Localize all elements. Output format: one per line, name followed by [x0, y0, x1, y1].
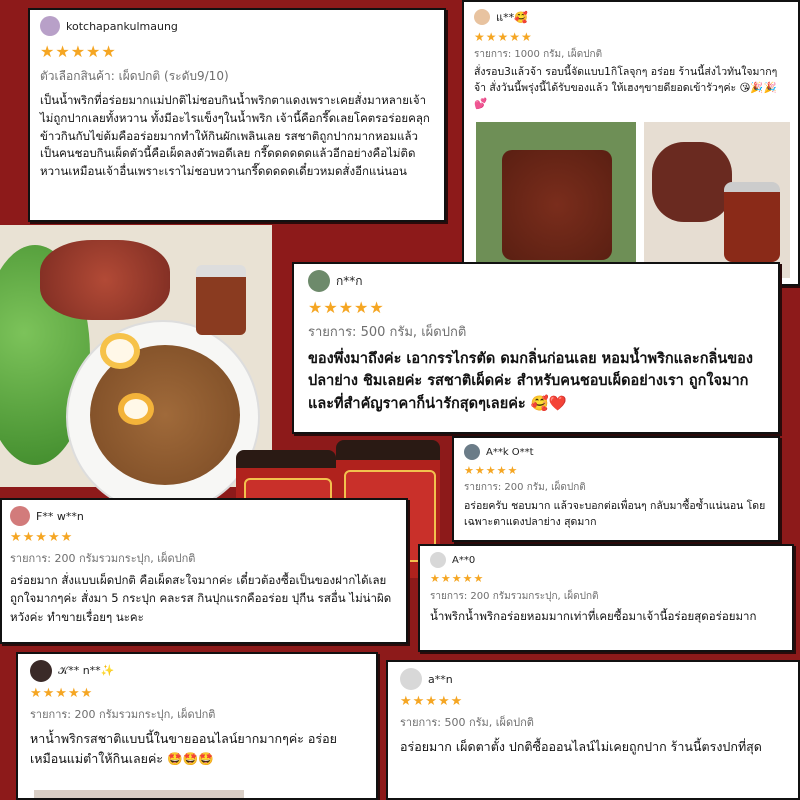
avatar	[10, 506, 30, 526]
avatar	[430, 552, 446, 568]
rating-stars: ★★★★★	[40, 42, 117, 61]
review-photo-strip	[34, 790, 244, 798]
reviewer-name: a**n	[428, 672, 453, 686]
avatar	[30, 660, 52, 682]
avatar	[464, 444, 480, 460]
product-option: รายการ: 200 กรัม, เผ็ดปกติ	[464, 482, 586, 493]
product-option: รายการ: 200 กรัมรวมกระปุก, เผ็ดปกติ	[430, 591, 599, 602]
review-card-1: kotchapankulmaung ★★★★★ ตัวเลือกสินค้า: …	[28, 8, 446, 222]
product-option: รายการ: 200 กรัมรวมกระปุก, เผ็ดปกติ	[30, 708, 216, 721]
reviewer-name: F** w**n	[36, 509, 84, 523]
reviewer: 𝒦** n**✨	[30, 660, 364, 682]
avatar	[40, 16, 60, 36]
review-photo-fish	[644, 122, 790, 278]
rating-stars: ★★★★★	[400, 694, 464, 709]
review-text: ของพึ่งมาถึงค่ะ เอากรรไกรตัด ดมกลิ่นก่อน…	[308, 351, 753, 412]
reviewer-name: kotchapankulmaung	[66, 19, 178, 33]
reviewer: ก**ก	[308, 270, 764, 292]
product-option: ตัวเลือกสินค้า: เผ็ดปกติ (ระดับ9/10)	[40, 69, 229, 83]
avatar	[474, 9, 490, 25]
reviewer-name: A**0	[452, 554, 476, 566]
review-card-6: A**0 ★★★★★ รายการ: 200 กรัมรวมกระปุก, เผ…	[418, 544, 794, 652]
egg-2	[118, 393, 154, 425]
rating-stars: ★★★★★	[10, 530, 74, 545]
reviewer-name: 𝒦** n**✨	[58, 664, 115, 677]
chili-jar	[724, 182, 780, 262]
rating-stars: ★★★★★	[308, 298, 385, 317]
reviewer: a**n	[400, 668, 786, 690]
reviewer-name: A**k O**t	[486, 446, 534, 458]
food-photo	[0, 225, 272, 514]
reviewer: แ**🥰	[474, 8, 788, 26]
reviewer: A**k O**t	[464, 444, 768, 460]
rating-stars: ★★★★★	[464, 464, 519, 477]
avatar	[400, 668, 422, 690]
review-text: อร่อยมาก สั่งแบบเผ็ดปกติ คือเผ็ดสะใจมากค…	[10, 573, 392, 624]
product-option: รายการ: 500 กรัม, เผ็ดปกติ	[308, 325, 467, 340]
review-card-4: A**k O**t ★★★★★ รายการ: 200 กรัม, เผ็ดปก…	[452, 436, 780, 542]
fish-pile	[40, 240, 170, 320]
review-card-8: a**n ★★★★★ รายการ: 500 กรัม, เผ็ดปกติ อร…	[386, 660, 800, 800]
reviewer: kotchapankulmaung	[40, 16, 434, 36]
product-option: รายการ: 500 กรัม, เผ็ดปกติ	[400, 716, 534, 729]
review-text: หาน้ำพริกรสชาติแบบนี้ในขายออนไลน์ยากมากๆ…	[30, 731, 337, 766]
reviewer: A**0	[430, 552, 782, 568]
review-text: สั่งรอบ3แล้วจ้า รอบนี้จัดแบบ1กิโลจุกๆ อร…	[474, 66, 778, 110]
review-text: อร่อยมาก เผ็ดตาตั้ง ปกติซื้อออนไลน์ไม่เค…	[400, 739, 762, 754]
product-option: รายการ: 200 กรัมรวมกระปุก, เผ็ดปกติ	[10, 552, 196, 565]
small-jar	[196, 265, 246, 335]
egg-1	[100, 333, 140, 369]
reviewer-name: แ**🥰	[496, 11, 528, 24]
review-text: อร่อยครับ ชอบมาก แล้วจะบอกต่อเพื่อนๆ กลั…	[464, 500, 766, 529]
review-text: น้ำพริกน้ำพริกอร่อยหอมมากเท่าที่เคยซื้อม…	[430, 609, 757, 623]
product-option: รายการ: 1000 กรัม, เผ็ดปกติ	[474, 49, 603, 60]
rating-stars: ★★★★★	[474, 30, 533, 44]
rating-stars: ★★★★★	[430, 572, 485, 585]
grilled-fish	[652, 142, 732, 222]
review-card-3: ก**ก ★★★★★ รายการ: 500 กรัม, เผ็ดปกติ ขอ…	[292, 262, 780, 434]
review-photo-bag	[476, 122, 636, 278]
review-card-2: แ**🥰 ★★★★★ รายการ: 1000 กรัม, เผ็ดปกติ ส…	[462, 0, 800, 286]
reviewer: F** w**n	[10, 506, 398, 526]
reviewer-name: ก**ก	[336, 273, 363, 288]
review-card-7: 𝒦** n**✨ ★★★★★ รายการ: 200 กรัมรวมกระปุก…	[16, 652, 378, 800]
review-card-5: F** w**n ★★★★★ รายการ: 200 กรัมรวมกระปุก…	[0, 498, 408, 644]
rating-stars: ★★★★★	[30, 686, 94, 701]
review-text: เป็นน้ำพริกที่อร่อยมากแม่ปกติไม่ชอบกินน้…	[40, 93, 430, 179]
avatar	[308, 270, 330, 292]
chili-paste-bag	[502, 150, 612, 260]
